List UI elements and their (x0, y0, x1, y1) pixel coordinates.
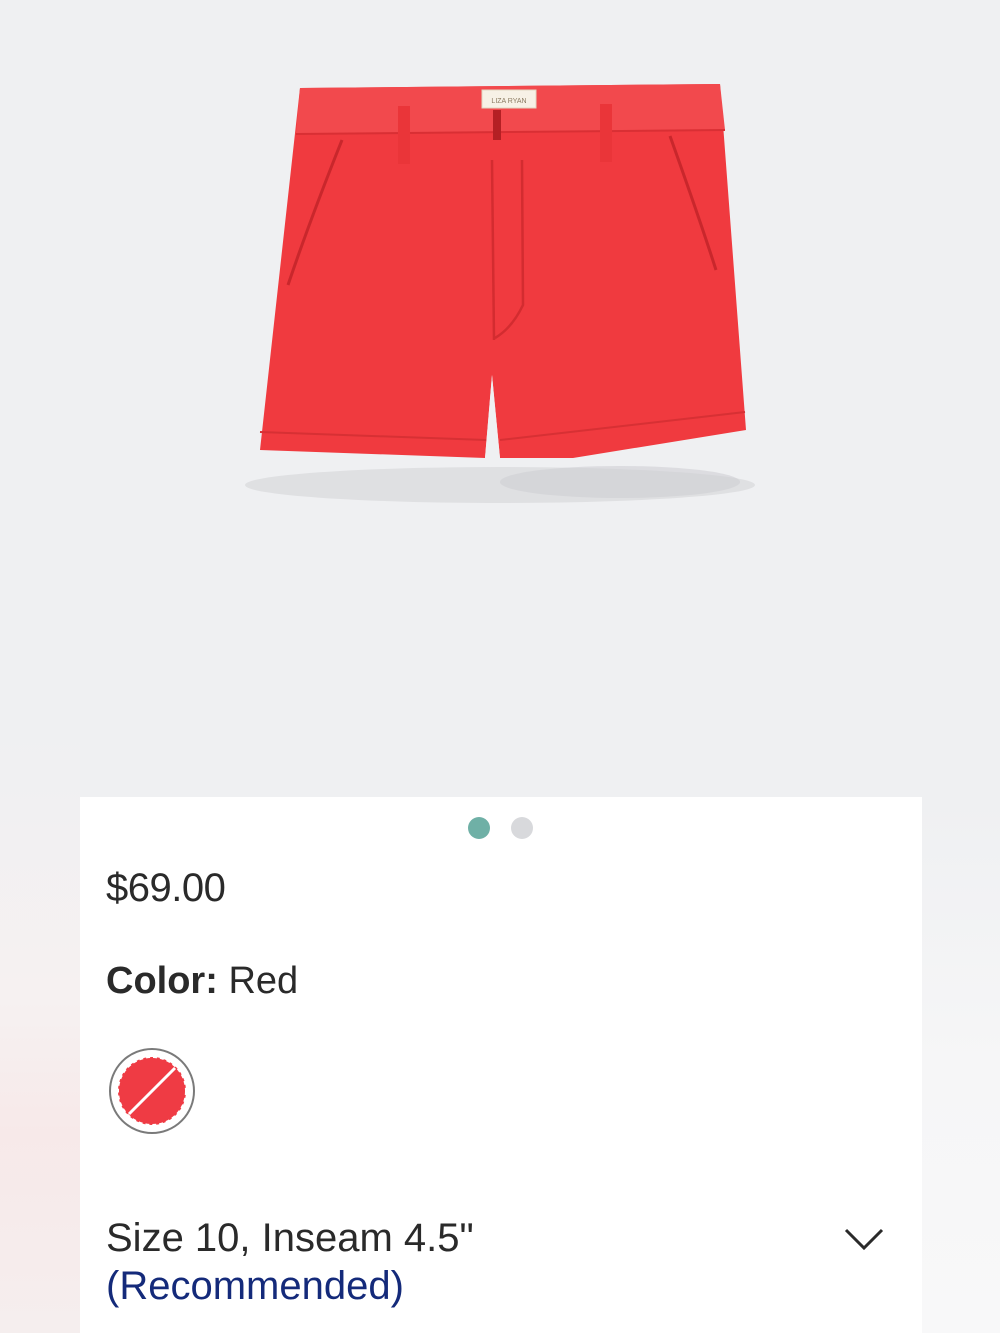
size-value: Size 10, Inseam 4.5" (106, 1216, 474, 1260)
color-swatch-red[interactable] (108, 1047, 196, 1135)
brand-tag-text: LIZA RYAN (491, 98, 526, 105)
carousel-dot-1[interactable] (468, 817, 490, 839)
product-price: $69.00 (106, 866, 226, 910)
carousel-pagination (80, 817, 922, 839)
product-image-carousel[interactable]: LIZA RYAN (80, 0, 922, 797)
color-value: Red (228, 960, 299, 1002)
color-label: Color: (106, 960, 218, 1002)
carousel-dot-2[interactable] (511, 817, 533, 839)
size-recommended-note: (Recommended) (106, 1264, 404, 1308)
color-selection-label: Color: Red (106, 960, 298, 1003)
product-image: LIZA RYAN (245, 84, 755, 503)
size-dropdown[interactable]: Size 10, Inseam 4.5" (Recommended) (106, 1214, 896, 1324)
backdrop-right (922, 0, 1000, 1333)
backdrop-left (0, 0, 80, 1333)
product-card: LIZA RYAN $69.00 Color: Red Size 10, Ins… (80, 0, 922, 1333)
chevron-down-icon[interactable] (842, 1224, 886, 1254)
